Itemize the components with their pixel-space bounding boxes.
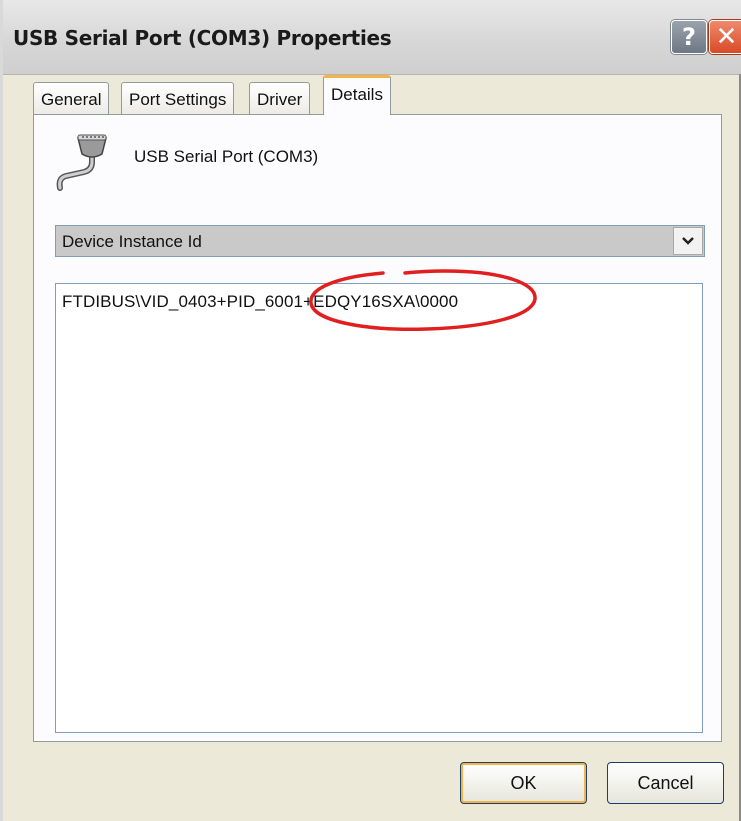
tab-driver[interactable]: Driver bbox=[249, 82, 311, 114]
tab-port-settings[interactable]: Port Settings bbox=[121, 82, 235, 114]
property-value-list[interactable]: FTDIBUS\VID_0403+PID_6001+EDQY16SXA\0000 bbox=[55, 283, 703, 733]
close-button[interactable]: ✕ bbox=[709, 20, 741, 54]
property-select-value: Device Instance Id bbox=[62, 232, 202, 251]
tab-details[interactable]: Details bbox=[323, 75, 391, 115]
title-bar[interactable]: USB Serial Port (COM3) Properties ? ✕ bbox=[3, 0, 741, 75]
details-panel: USB Serial Port (COM3) Device Instance I… bbox=[33, 114, 722, 742]
property-select[interactable]: Device Instance Id bbox=[55, 225, 705, 257]
property-value[interactable]: FTDIBUS\VID_0403+PID_6001+EDQY16SXA\0000 bbox=[62, 292, 458, 312]
chevron-down-icon[interactable] bbox=[673, 227, 703, 255]
tab-strip: General Port Settings Driver Details bbox=[33, 74, 723, 115]
cancel-button[interactable]: Cancel bbox=[607, 762, 724, 804]
properties-window: USB Serial Port (COM3) Properties ? ✕ Ge… bbox=[0, 0, 741, 821]
tab-general[interactable]: General bbox=[33, 82, 110, 114]
ok-button[interactable]: OK bbox=[460, 762, 587, 804]
serial-port-icon bbox=[56, 134, 107, 191]
device-name: USB Serial Port (COM3) bbox=[134, 147, 319, 166]
help-button[interactable]: ? bbox=[671, 20, 707, 54]
window-title: USB Serial Port (COM3) Properties bbox=[13, 26, 392, 50]
